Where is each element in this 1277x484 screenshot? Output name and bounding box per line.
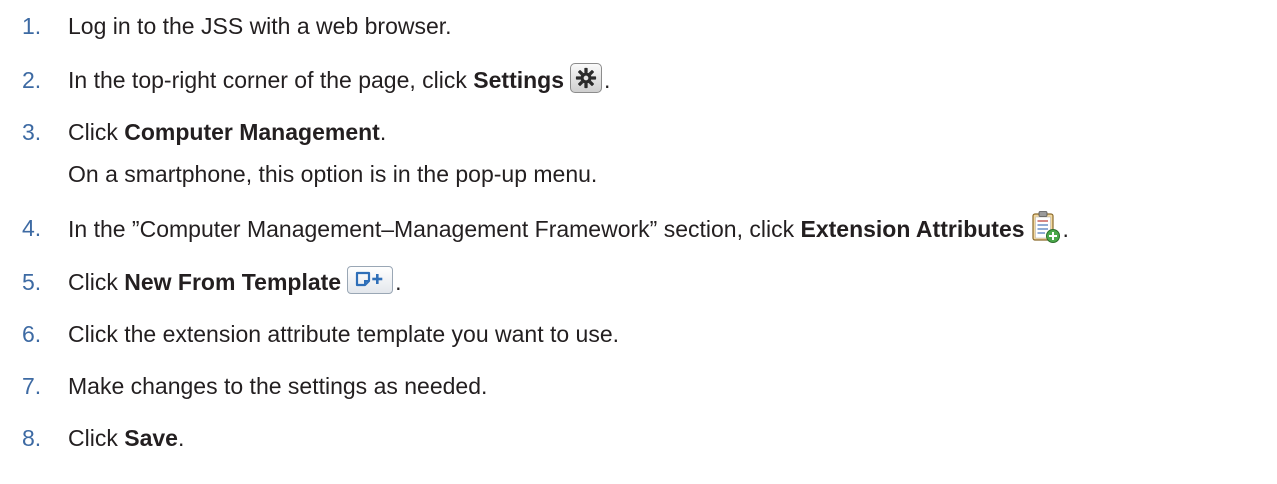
step-number: 7.: [22, 373, 42, 399]
ui-term-computer-management: Computer Management: [124, 119, 380, 145]
step-text-plain: In the ”Computer Management–Management F…: [68, 216, 801, 243]
gear-icon: [570, 62, 603, 93]
step-text-plain: Log in to the JSS with a web browser.: [68, 13, 452, 39]
step-text: Click New From Template.: [68, 265, 402, 298]
step-3-note: On a smartphone, this option is in the p…: [68, 161, 598, 187]
step-text-plain: .: [177, 425, 185, 451]
step-text: Make changes to the settings as needed.: [68, 372, 487, 400]
template-add-icon: [347, 265, 394, 294]
step-text: Click Save.: [68, 424, 184, 452]
procedure-steps: 1. Log in to the JSS with a web browser.…: [0, 0, 1277, 484]
step-text-plain: Click: [68, 425, 125, 451]
step-text-plain: .: [604, 67, 611, 93]
step-number: 3.: [22, 119, 42, 145]
ui-term-save: Save: [124, 425, 178, 451]
ui-term-new-from-template: New From Template: [124, 269, 342, 295]
ui-term-settings: Settings: [473, 67, 565, 93]
step-text-plain: .: [395, 269, 402, 295]
step-text: In the top-right corner of the page, cli…: [68, 62, 611, 97]
clipboard-add-icon: [1031, 210, 1061, 244]
ui-term-extension-attributes: Extension Attributes: [800, 216, 1025, 243]
step-text-plain: Make changes to the settings as needed.: [68, 373, 488, 399]
step-number: 2.: [22, 67, 42, 93]
step-text-plain: Click the extension attribute template y…: [68, 321, 620, 347]
step-number: 4.: [22, 215, 42, 241]
step-text-plain: Click: [68, 269, 125, 295]
step-text-plain: In the top-right corner of the page, cli…: [68, 67, 474, 93]
step-text-plain: .: [1062, 216, 1069, 243]
step-text: Click Computer Management.: [68, 118, 386, 146]
step-text-plain: .: [379, 119, 387, 145]
step-text: Click the extension attribute template y…: [68, 320, 619, 348]
step-text: Log in to the JSS with a web browser.: [68, 12, 452, 40]
step-text-plain: Click: [68, 119, 125, 145]
step-number: 1.: [22, 13, 42, 39]
step-text: In the ”Computer Management–Management F…: [68, 211, 1069, 248]
step-number: 5.: [22, 269, 42, 295]
step-number: 6.: [22, 321, 42, 347]
step-number: 8.: [22, 425, 42, 451]
